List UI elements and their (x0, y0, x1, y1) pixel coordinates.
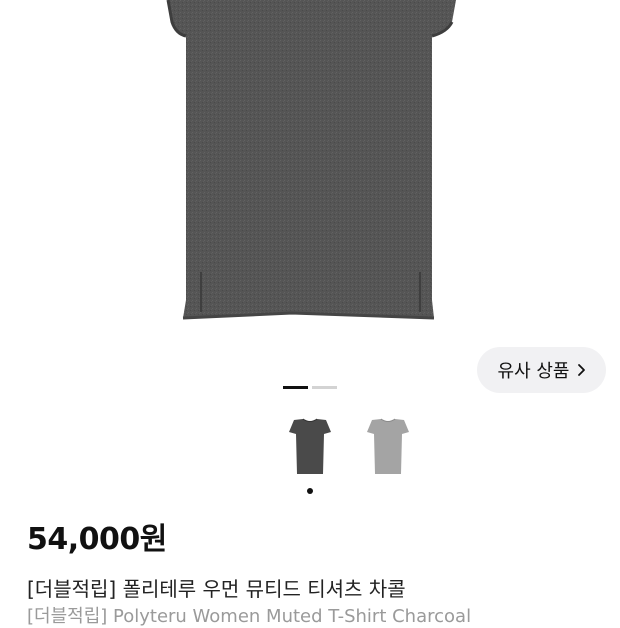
similar-products-label: 유사 상품 (497, 361, 570, 382)
gray-tshirt-thumbnail (367, 418, 409, 474)
product-price: 54,000원 (27, 522, 167, 557)
color-option-gray[interactable] (364, 416, 412, 480)
chevron-right-icon (578, 364, 586, 376)
charcoal-tshirt-image (166, 0, 456, 320)
product-title-english: [더블적립] Polyteru Women Muted T-Shirt Char… (27, 606, 472, 627)
charcoal-tshirt-thumbnail (289, 418, 331, 474)
image-pager-indicator (283, 386, 339, 389)
similar-products-button[interactable]: 유사 상품 (477, 347, 606, 393)
color-option-charcoal[interactable] (286, 416, 334, 480)
selected-color-dot (307, 488, 313, 494)
pager-segment-active (283, 386, 308, 389)
pager-segment-inactive (312, 386, 337, 389)
product-title-korean: [더블적립] 폴리테루 우먼 뮤티드 티셔츠 차콜 (27, 577, 406, 601)
product-main-image[interactable] (0, 0, 620, 345)
